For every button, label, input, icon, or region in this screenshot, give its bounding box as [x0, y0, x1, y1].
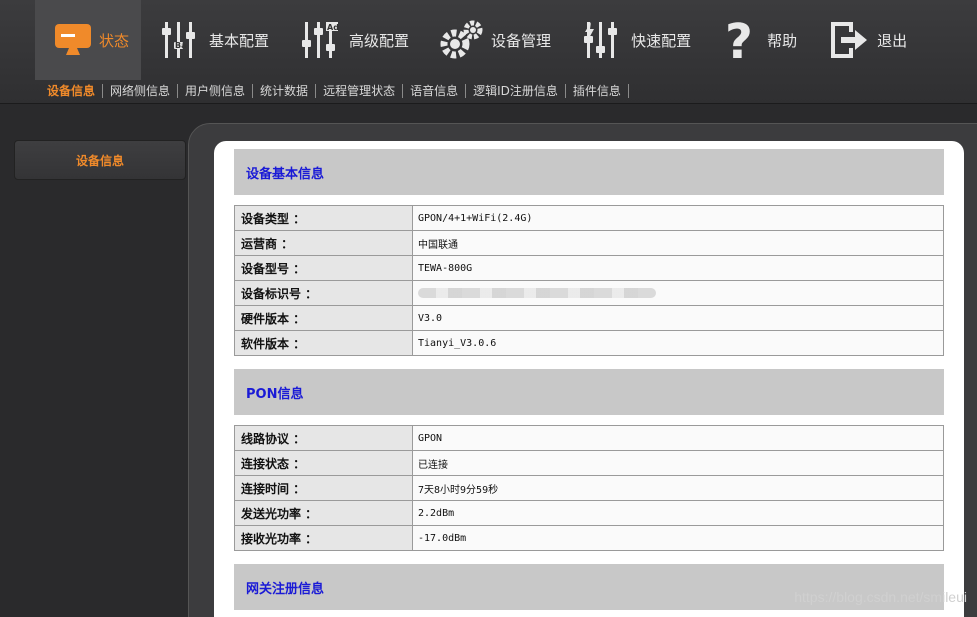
subnav-device-info[interactable]: 设备信息	[40, 84, 104, 98]
row-value: 中国联通	[412, 230, 944, 256]
row-label: 硬件版本 ：	[234, 305, 413, 331]
row-label: 软件版本 ：	[234, 330, 413, 356]
row-label: 连接状态 ：	[234, 450, 413, 476]
nav-help[interactable]: ? 帮助	[703, 0, 809, 80]
row-value: GPON/4+1+WiFi(2.4G)	[412, 205, 944, 231]
sliders-basic-icon: Ba	[162, 22, 196, 58]
nav-status[interactable]: 状态	[35, 0, 142, 80]
row-label: 运营商 ：	[234, 230, 413, 256]
top-bar: 状态 Ba 基本配置 Ad 高级配置 设备管理 快速配置 ? 帮助 退出 设备信…	[0, 0, 977, 104]
row-label: 线路协议 ：	[234, 425, 413, 451]
table-row: 设备标识号 ：	[234, 280, 944, 306]
row-label: 设备标识号 ：	[234, 280, 413, 306]
sliders-quick-icon	[584, 22, 618, 58]
table-row: 连接时间 ： 7天8小时9分59秒	[234, 475, 944, 501]
nav-help-label: 帮助	[767, 31, 798, 50]
subnav-voice-info[interactable]: 语音信息	[403, 84, 467, 98]
subnav-remote-management-status[interactable]: 远程管理状态	[316, 84, 404, 98]
section-title-basic-info: 设备基本信息	[234, 149, 944, 195]
section-title-pon-info: PON信息	[234, 369, 944, 415]
question-icon: ?	[725, 18, 753, 62]
table-row: 软件版本 ： Tianyi_V3.0.6	[234, 330, 944, 356]
svg-text:?: ?	[725, 18, 753, 62]
redacted-value	[418, 287, 656, 298]
row-value: Tianyi_V3.0.6	[412, 330, 944, 356]
nav-advanced-config-label: 高级配置	[349, 31, 410, 50]
sub-nav: 设备信息 网络侧信息 用户侧信息 统计数据 远程管理状态 语音信息 逻辑ID注册…	[40, 84, 629, 98]
nav-logout-label: 退出	[877, 31, 908, 50]
subnav-plugin-info[interactable]: 插件信息	[566, 84, 629, 98]
table-row: 线路协议 ： GPON	[234, 425, 944, 451]
table-row: 设备类型 ： GPON/4+1+WiFi(2.4G)	[234, 205, 944, 231]
nav-quick-config-label: 快速配置	[631, 31, 692, 50]
watermark: https://blog.csdn.net/smileui	[794, 589, 967, 605]
table-row: 设备型号 ： TEWA-800G	[234, 255, 944, 281]
row-value: V3.0	[412, 305, 944, 331]
row-value: 7天8小时9分59秒	[412, 475, 944, 501]
subnav-network-side-info[interactable]: 网络侧信息	[103, 84, 179, 98]
monitor-icon	[55, 24, 91, 55]
subnav-logical-id-registration[interactable]: 逻辑ID注册信息	[466, 84, 566, 98]
basic-info-table: 设备类型 ： GPON/4+1+WiFi(2.4G) 运营商 ：中国联通 设备型号…	[234, 205, 944, 356]
table-row: 运营商 ：中国联通	[234, 230, 944, 256]
subnav-user-side-info[interactable]: 用户侧信息	[178, 84, 254, 98]
nav-basic-config[interactable]: Ba 基本配置	[141, 0, 281, 80]
row-value: -17.0dBm	[412, 525, 944, 551]
nav-logout[interactable]: 退出	[809, 0, 919, 80]
sidebar-item-device-info[interactable]: 设备信息	[14, 140, 186, 180]
table-row: 发送光功率 ： 2.2dBm	[234, 500, 944, 526]
subnav-statistics[interactable]: 统计数据	[253, 84, 317, 98]
row-label: 设备类型 ：	[234, 205, 413, 231]
svg-text:Ad: Ad	[327, 23, 339, 32]
logout-icon	[831, 22, 868, 58]
main-nav: 状态 Ba 基本配置 Ad 高级配置 设备管理 快速配置 ? 帮助 退出	[35, 0, 919, 80]
table-row: 硬件版本 ： V3.0	[234, 305, 944, 331]
table-row: 连接状态 ：已连接	[234, 450, 944, 476]
table-row: 接收光功率 ： -17.0dBm	[234, 525, 944, 551]
nav-device-management-label: 设备管理	[491, 31, 552, 50]
row-label: 连接时间 ：	[234, 475, 413, 501]
row-label: 发送光功率 ：	[234, 500, 413, 526]
svg-text:Ba: Ba	[175, 41, 187, 50]
row-value: 已连接	[412, 450, 944, 476]
nav-device-management[interactable]: 设备管理	[421, 0, 563, 80]
nav-advanced-config[interactable]: Ad 高级配置	[281, 0, 421, 80]
nav-status-label: 状态	[99, 31, 130, 50]
row-value: TEWA-800G	[412, 255, 944, 281]
row-value: 2.2dBm	[412, 500, 944, 526]
sliders-advanced-icon: Ad	[302, 22, 339, 58]
row-value: GPON	[412, 425, 944, 451]
pon-info-table: 线路协议 ： GPON 连接状态 ：已连接 连接时间 ： 7天8小时9分59秒 发送…	[234, 425, 944, 551]
row-label: 设备型号 ：	[234, 255, 413, 281]
row-label: 接收光功率 ：	[234, 525, 413, 551]
gears-icon	[440, 20, 483, 59]
nav-basic-config-label: 基本配置	[209, 31, 270, 50]
row-value-redacted	[412, 280, 944, 306]
nav-quick-config[interactable]: 快速配置	[563, 0, 703, 80]
